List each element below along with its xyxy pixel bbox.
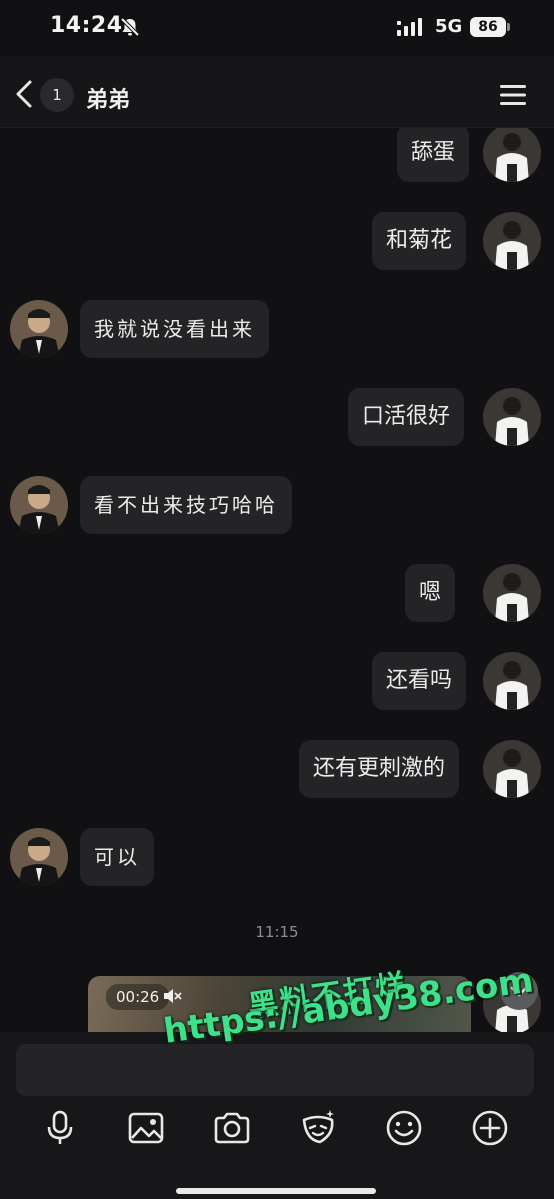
input-area [0,1032,554,1199]
battery-level: 86 [470,17,506,37]
menu-icon[interactable] [498,82,528,108]
bell-off-icon [120,17,140,37]
message-bubble-outgoing[interactable]: 舔蛋 [397,128,470,182]
timestamp-separator: 11:15 [255,923,299,941]
plus-circle-icon[interactable] [470,1108,510,1148]
message-bubble-outgoing[interactable]: 嗯 [405,564,456,622]
battery-tip [507,23,510,31]
self-avatar[interactable] [483,212,541,270]
message-bubble-outgoing[interactable]: 还看吗 [372,652,467,710]
network-type: 5G [435,16,463,37]
self-avatar[interactable] [483,564,541,622]
microphone-icon[interactable] [40,1108,80,1148]
emoji-icon[interactable] [384,1108,424,1148]
contact-avatar[interactable] [10,476,68,534]
sticker-icon[interactable] [298,1108,338,1148]
message-bubble-outgoing[interactable]: 口活很好 [348,388,465,446]
message-input[interactable] [16,1044,534,1096]
message-bubble-outgoing[interactable]: 和菊花 [372,212,467,270]
home-indicator[interactable] [176,1188,376,1194]
mute-icon[interactable] [162,987,182,1005]
unread-count-badge[interactable]: 1 [40,78,74,112]
image-icon[interactable] [126,1108,166,1148]
status-bar: 14:24 5G 86 [0,0,554,56]
message-list[interactable]: 舔蛋 和菊花 我就说没看出来 口活很好 看不出来技巧哈哈 嗯 还看吗 还有更刺激… [0,128,554,1032]
message-bubble-incoming[interactable]: 可以 [80,828,154,886]
video-duration: 00:26 [106,984,170,1010]
contact-avatar[interactable] [10,828,68,886]
contact-avatar[interactable] [10,300,68,358]
status-time: 14:24 [50,13,123,38]
signal-icon [397,18,422,36]
self-avatar[interactable] [483,740,541,798]
message-bubble-incoming[interactable]: 我就说没看出来 [80,300,269,358]
back-chevron-icon[interactable] [8,76,40,112]
self-avatar[interactable] [483,128,541,182]
self-avatar[interactable] [483,388,541,446]
camera-icon[interactable] [212,1108,252,1148]
contact-name: 弟弟 [86,88,131,113]
message-bubble-outgoing[interactable]: 还有更刺激的 [299,740,460,798]
self-avatar[interactable] [483,652,541,710]
message-bubble-incoming[interactable]: 看不出来技巧哈哈 [80,476,292,534]
chat-header: 1 弟弟 [0,56,554,128]
